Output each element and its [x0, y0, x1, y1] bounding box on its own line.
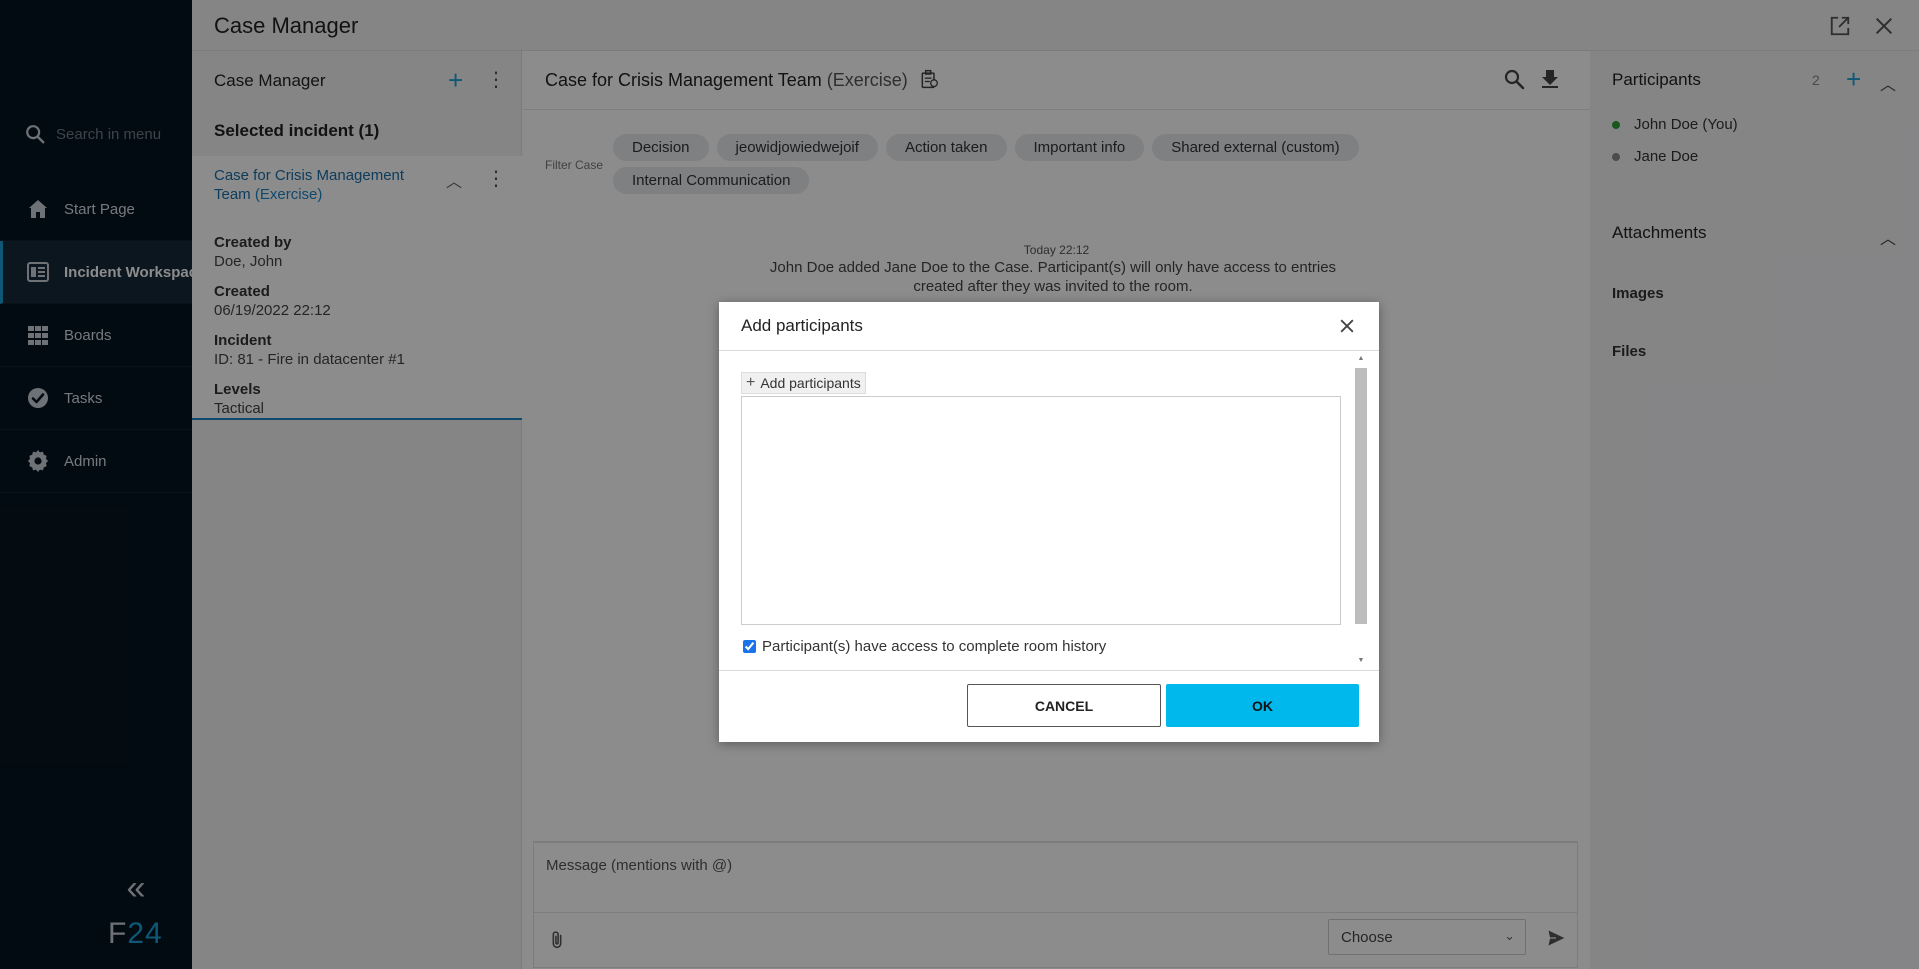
participants-list-box[interactable] [741, 396, 1341, 625]
dialog-title: Add participants [741, 316, 863, 335]
scroll-up-arrow-icon[interactable]: ▲ [1356, 354, 1366, 364]
cancel-button[interactable]: CANCEL [967, 684, 1161, 727]
history-checkbox-input[interactable] [743, 640, 756, 653]
dialog-scrollbar[interactable]: ▲ ▼ [1355, 354, 1367, 666]
divider [719, 670, 1379, 671]
plus-icon: + [746, 374, 756, 391]
ok-button[interactable]: OK [1166, 684, 1359, 727]
scroll-down-arrow-icon[interactable]: ▼ [1356, 656, 1366, 666]
history-access-checkbox[interactable]: Participant(s) have access to complete r… [743, 638, 1106, 655]
add-participants-button[interactable]: + Add participants [741, 372, 866, 394]
scrollbar-thumb[interactable] [1355, 368, 1367, 624]
close-icon[interactable] [1337, 316, 1357, 336]
dialog-body: + Add participants Participant(s) have a… [719, 350, 1379, 670]
add-participants-dialog: Add participants + Add participants Part… [719, 302, 1379, 742]
